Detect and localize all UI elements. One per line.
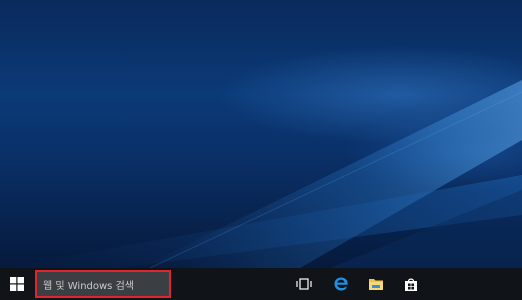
edge-button[interactable] — [323, 268, 359, 300]
desktop-background — [0, 0, 522, 268]
file-explorer-button[interactable] — [358, 268, 394, 300]
screen: 웹 및 Windows 검색 — [0, 0, 522, 300]
task-view-button[interactable] — [286, 268, 322, 300]
search-box[interactable]: 웹 및 Windows 검색 — [35, 270, 171, 298]
search-placeholder: 웹 및 Windows 검색 — [43, 280, 134, 292]
edge-icon — [334, 277, 348, 291]
task-view-icon — [296, 278, 312, 290]
file-explorer-icon — [369, 279, 383, 290]
wallpaper-light-beams — [0, 80, 522, 268]
store-button[interactable] — [393, 268, 429, 300]
windows-logo-icon — [10, 277, 24, 291]
start-button[interactable] — [0, 268, 34, 300]
store-icon — [405, 278, 417, 291]
taskbar: 웹 및 Windows 검색 — [0, 268, 522, 300]
